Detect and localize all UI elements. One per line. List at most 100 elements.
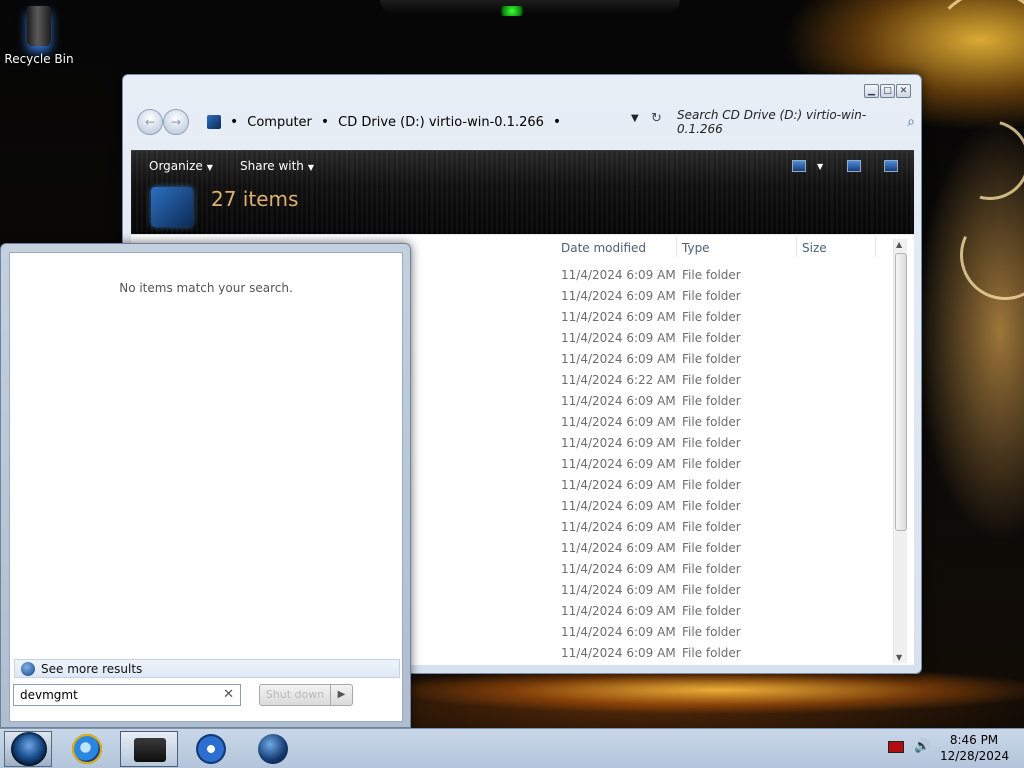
breadcrumb-separator: •	[552, 114, 562, 130]
start-search-input[interactable]	[20, 688, 220, 702]
items-count: 27 items	[211, 187, 299, 211]
breadcrumb-separator: •	[230, 114, 239, 130]
file-date-modified: 11/4/2024 6:09 AM	[561, 394, 676, 408]
refresh-icon[interactable]: ↻	[651, 111, 662, 126]
speaker-icon[interactable]: 🔊	[914, 739, 930, 754]
taskbar-internet-explorer[interactable]	[58, 731, 116, 767]
share-with-button[interactable]: Share with ▼	[240, 159, 314, 173]
file-type: File folder	[682, 415, 741, 429]
minimize-button[interactable]: ▁	[864, 84, 879, 98]
system-tray: 🔊	[888, 739, 930, 754]
maximize-button[interactable]: □	[880, 84, 895, 98]
cd-drive-icon	[151, 187, 193, 227]
clear-search-icon[interactable]: ✕	[223, 687, 234, 702]
file-type: File folder	[682, 289, 741, 303]
forward-button[interactable]: →	[163, 109, 189, 135]
preview-pane-icon[interactable]	[847, 160, 861, 172]
file-type: File folder	[682, 520, 741, 534]
wallpaper-swirl	[930, 0, 1024, 110]
file-type: File folder	[682, 541, 741, 555]
file-date-modified: 11/4/2024 6:09 AM	[561, 583, 676, 597]
taskbar-media-player[interactable]	[182, 731, 240, 767]
address-dropdown-icon[interactable]: ▼	[631, 113, 639, 124]
file-type: File folder	[682, 373, 741, 387]
file-date-modified: 11/4/2024 6:09 AM	[561, 646, 676, 660]
chevron-down-icon: ▼	[307, 163, 315, 172]
wallpaper-green-light	[497, 6, 527, 16]
organize-button[interactable]: Organize ▼	[149, 159, 213, 173]
scrollbar-thumb[interactable]	[895, 253, 907, 531]
file-date-modified: 11/4/2024 6:09 AM	[561, 289, 676, 303]
file-type: File folder	[682, 625, 741, 639]
file-date-modified: 11/4/2024 6:09 AM	[561, 478, 676, 492]
file-type: File folder	[682, 604, 741, 618]
globe-icon	[258, 734, 288, 764]
file-type: File folder	[682, 583, 741, 597]
internet-explorer-icon	[72, 734, 102, 764]
back-button[interactable]: ←	[137, 109, 163, 135]
organize-label: Organize	[149, 159, 203, 173]
wallpaper-top-arc	[380, 0, 680, 14]
start-search-box[interactable]: ✕	[13, 684, 241, 706]
column-header-date-modified[interactable]: Date modified	[561, 241, 646, 255]
recycle-bin-shortcut[interactable]: Recycle Bin	[4, 6, 74, 66]
help-icon[interactable]	[884, 160, 898, 172]
shut-down-options-arrow-icon[interactable]: ▶	[331, 684, 353, 706]
file-date-modified: 11/4/2024 6:09 AM	[561, 457, 676, 471]
file-date-modified: 11/4/2024 6:09 AM	[561, 604, 676, 618]
file-type: File folder	[682, 310, 741, 324]
file-type: File folder	[682, 394, 741, 408]
column-divider[interactable]	[676, 237, 677, 257]
windows-orb-icon	[11, 732, 47, 766]
taskbar-globe-app[interactable]	[244, 731, 302, 767]
scroll-down-arrow-icon[interactable]: ▼	[896, 653, 902, 662]
view-options-icon[interactable]	[792, 160, 806, 172]
see-more-results-label: See more results	[41, 661, 143, 676]
taskbar: 🔊 8:46 PM 12/28/2024	[0, 728, 1024, 768]
file-type: File folder	[682, 562, 741, 576]
recycle-bin-label: Recycle Bin	[4, 52, 74, 66]
file-type: File folder	[682, 499, 741, 513]
scroll-up-arrow-icon[interactable]: ▲	[896, 240, 902, 249]
start-button[interactable]	[4, 731, 52, 767]
clock-date: 12/28/2024	[940, 749, 1010, 763]
view-dropdown-icon[interactable]: ▼	[817, 162, 823, 171]
vertical-scrollbar[interactable]: ▲ ▼	[893, 239, 907, 663]
search-icon: ⌕	[907, 114, 915, 130]
explorer-folder-icon	[134, 738, 166, 762]
file-date-modified: 11/4/2024 6:09 AM	[561, 268, 676, 282]
file-type: File folder	[682, 268, 741, 282]
file-date-modified: 11/4/2024 6:09 AM	[561, 331, 676, 345]
shut-down-button[interactable]: Shut down	[259, 684, 331, 706]
file-date-modified: 11/4/2024 6:09 AM	[561, 499, 676, 513]
file-date-modified: 11/4/2024 6:09 AM	[561, 625, 676, 639]
search-input[interactable]: Search CD Drive (D:) virtio-win-0.1.266 …	[677, 108, 915, 136]
see-more-results-link[interactable]: See more results	[14, 659, 400, 678]
start-menu: No items match your search. See more res…	[0, 243, 411, 728]
taskbar-clock[interactable]: 8:46 PM 12/28/2024	[940, 732, 1010, 764]
wallpaper-swirl	[947, 197, 1024, 313]
column-divider[interactable]	[796, 237, 797, 257]
file-date-modified: 11/4/2024 6:09 AM	[561, 520, 676, 534]
window-caption-buttons: ▁ □ ✕	[864, 84, 911, 98]
media-player-icon	[196, 734, 226, 764]
column-header-size[interactable]: Size	[802, 241, 827, 255]
clock-time: 8:46 PM	[949, 733, 999, 747]
column-header-type[interactable]: Type	[682, 241, 710, 255]
file-type: File folder	[682, 646, 741, 660]
file-type: File folder	[682, 352, 741, 366]
file-date-modified: 11/4/2024 6:09 AM	[561, 541, 676, 555]
file-date-modified: 11/4/2024 6:09 AM	[561, 352, 676, 366]
recycle-bin-icon	[27, 6, 51, 46]
drive-small-icon	[207, 115, 221, 129]
search-globe-icon	[21, 661, 35, 676]
action-center-flag-icon[interactable]	[888, 740, 904, 753]
column-divider[interactable]	[875, 237, 876, 257]
taskbar-windows-explorer[interactable]	[120, 731, 178, 767]
breadcrumb-separator: •	[320, 114, 330, 130]
address-bar[interactable]: • Computer • CD Drive (D:) virtio-win-0.…	[207, 109, 669, 135]
breadcrumb-cd-drive[interactable]: CD Drive (D:) virtio-win-0.1.266	[338, 115, 544, 130]
close-button[interactable]: ✕	[896, 84, 911, 98]
breadcrumb-computer[interactable]: Computer	[247, 115, 312, 130]
no-results-message: No items match your search.	[119, 281, 293, 295]
